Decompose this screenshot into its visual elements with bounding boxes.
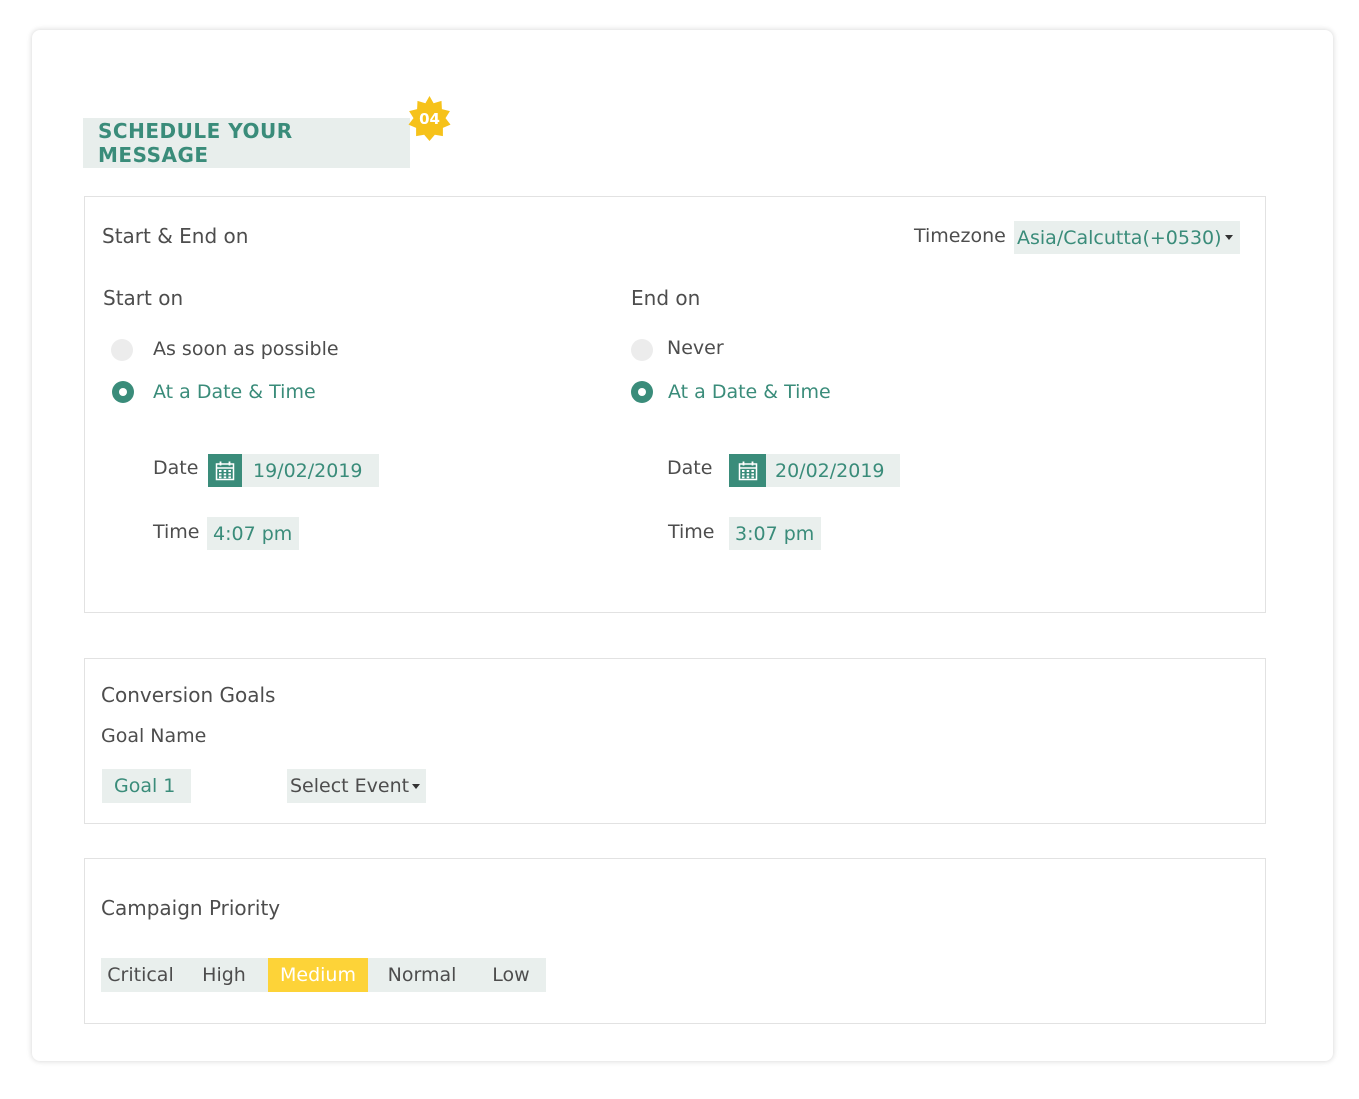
start-date-label-text: Date [153, 457, 199, 479]
start-date-value: 19/02/2019 [253, 459, 363, 482]
end-time-value: 3:07 pm [735, 522, 815, 545]
campaign-priority-panel [84, 858, 1266, 1024]
start-end-title: Start & End on [102, 224, 249, 248]
priority-selector: Critical High Medium Normal Low [101, 958, 546, 992]
section-title: SCHEDULE YOUR MESSAGE [83, 118, 410, 168]
goal-name-label: Goal Name [101, 725, 207, 747]
calendar-icon[interactable] [208, 454, 242, 487]
campaign-priority-title: Campaign Priority [101, 896, 281, 920]
end-date-label-text: Date [667, 457, 713, 479]
conversion-goals-title: Conversion Goals [101, 683, 276, 707]
step-badge-number: 04 [419, 109, 440, 128]
start-asap-label[interactable]: As soon as possible [153, 338, 339, 360]
goal-name-value: Goal 1 [114, 775, 176, 797]
step-badge: 04 [407, 96, 452, 141]
start-time-label: Time [153, 521, 200, 543]
event-select[interactable]: Select Event [287, 769, 426, 803]
timezone-value: Asia/Calcutta(+0530) [1017, 226, 1222, 249]
priority-option-low[interactable]: Low [476, 958, 546, 992]
chevron-down-icon [1224, 235, 1233, 240]
end-date-label[interactable]: At a Date & Time [668, 381, 831, 403]
end-never-radio[interactable] [631, 339, 653, 361]
timezone-label: Timezone [914, 225, 1006, 247]
start-date-label[interactable]: At a Date & Time [153, 381, 316, 403]
start-end-panel [84, 196, 1266, 613]
start-time-value: 4:07 pm [213, 522, 293, 545]
priority-option-high[interactable]: High [180, 958, 268, 992]
start-on-heading: Start on [103, 286, 184, 310]
end-date-radio[interactable] [631, 381, 653, 403]
end-never-label[interactable]: Never [667, 337, 724, 359]
end-time-input[interactable]: 3:07 pm [729, 517, 821, 550]
end-date-value: 20/02/2019 [775, 459, 885, 482]
chevron-down-icon [412, 783, 421, 789]
priority-option-critical[interactable]: Critical [101, 958, 180, 992]
end-time-label: Time [668, 521, 715, 543]
end-date-input[interactable]: 20/02/2019 [729, 454, 900, 487]
priority-option-normal[interactable]: Normal [368, 958, 476, 992]
event-select-value: Select Event [290, 775, 410, 797]
end-on-heading: End on [631, 286, 701, 310]
start-asap-radio[interactable] [111, 339, 133, 361]
start-date-radio[interactable] [112, 381, 134, 403]
priority-option-medium[interactable]: Medium [268, 958, 368, 992]
start-date-input[interactable]: 19/02/2019 [208, 454, 379, 487]
goal-name-input[interactable]: Goal 1 [102, 769, 191, 803]
timezone-select[interactable]: Asia/Calcutta(+0530) [1014, 221, 1240, 254]
start-time-input[interactable]: 4:07 pm [207, 517, 299, 550]
calendar-icon[interactable] [729, 454, 766, 487]
